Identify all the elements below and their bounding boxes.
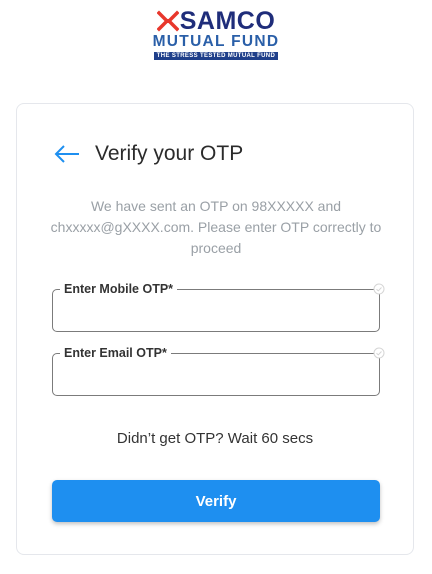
- resend-otp-timer: Didn’t get OTP? Wait 60 secs: [116, 430, 314, 447]
- back-button[interactable]: [53, 143, 81, 165]
- brand-tagline: THE STRESS TESTED MUTUAL FUND: [153, 52, 279, 60]
- brand-name: SAMCO: [179, 7, 276, 35]
- check-circle-icon: [373, 283, 385, 295]
- card-header: Verify your OTP: [53, 142, 243, 166]
- arrow-left-icon: [54, 145, 79, 163]
- email-otp-label: Enter Email OTP*: [60, 345, 171, 361]
- brand-subtitle: MUTUAL FUND: [152, 33, 280, 50]
- samco-logo-icon: [156, 10, 179, 32]
- verify-otp-card: Verify your OTP We have sent an OTP on 9…: [16, 103, 414, 555]
- email-otp-input[interactable]: [63, 362, 367, 390]
- brand-logo-top: SAMCO: [156, 7, 276, 35]
- verify-button[interactable]: Verify: [52, 480, 380, 522]
- mobile-otp-label: Enter Mobile OTP*: [60, 281, 178, 297]
- mobile-otp-input[interactable]: [63, 298, 367, 326]
- mobile-otp-field[interactable]: Enter Mobile OTP*: [52, 281, 385, 332]
- brand-logo: SAMCO MUTUAL FUND THE STRESS TESTED MUTU…: [0, 8, 432, 60]
- email-otp-field[interactable]: Enter Email OTP*: [52, 345, 385, 396]
- page-title: Verify your OTP: [95, 142, 244, 165]
- check-circle-icon: [373, 347, 385, 359]
- otp-sent-description: We have sent an OTP on 98XXXXX and chxxx…: [50, 198, 382, 256]
